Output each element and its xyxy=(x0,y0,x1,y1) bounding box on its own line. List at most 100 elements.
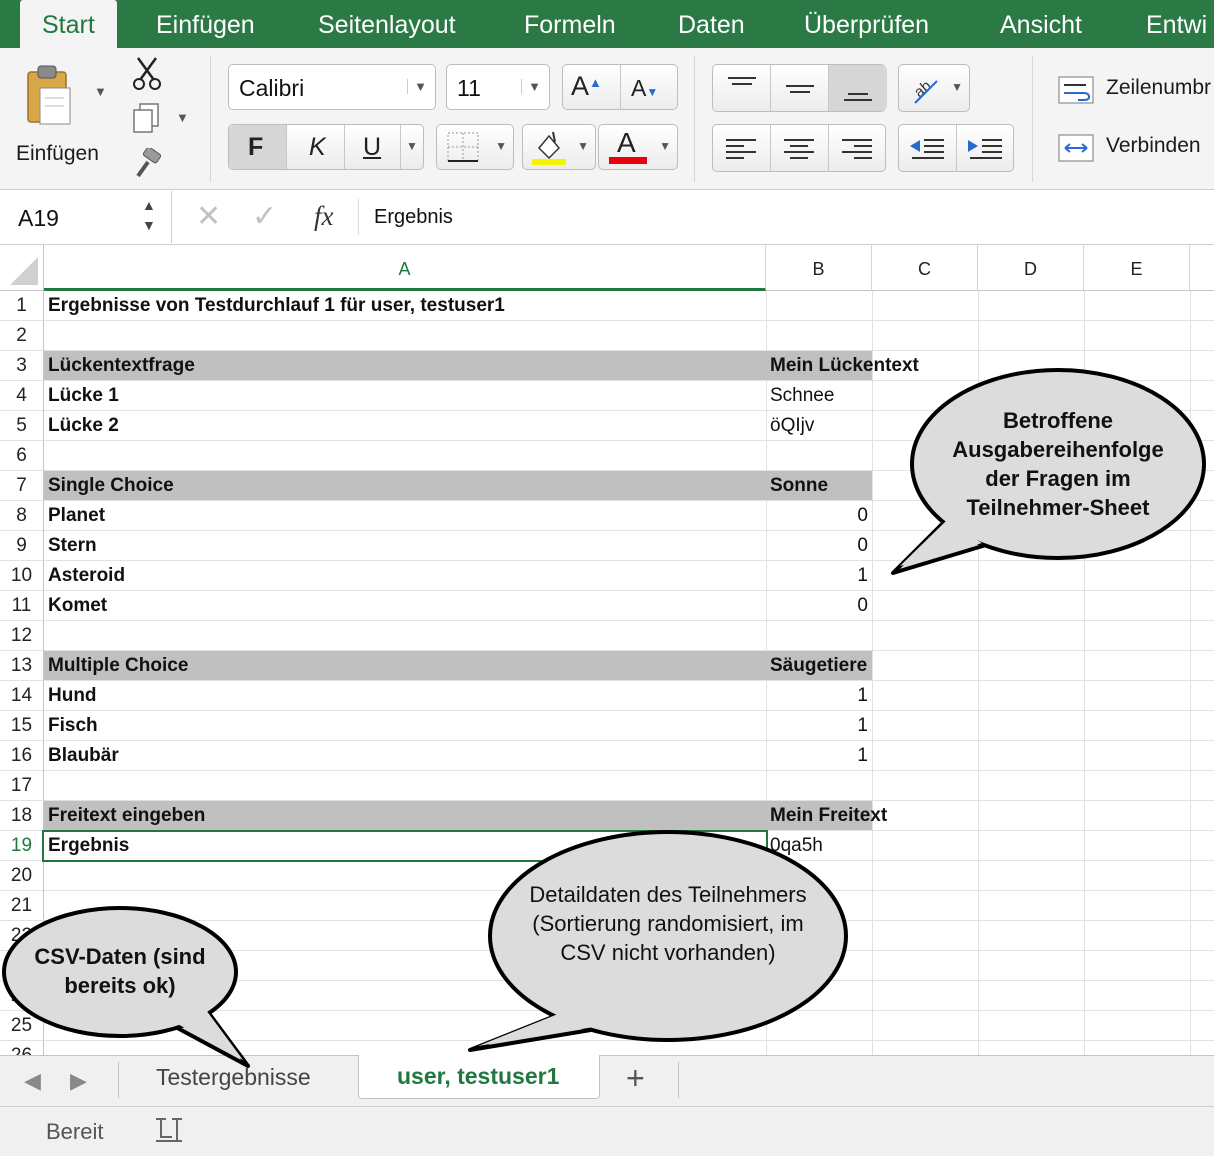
row-header-12[interactable]: 12 xyxy=(0,621,44,651)
row-header-11[interactable]: 11 xyxy=(0,591,44,621)
font-size-select[interactable]: 11 ▼ xyxy=(446,64,550,110)
cell-b14[interactable]: 1 xyxy=(766,681,872,711)
borders-dropdown-icon[interactable]: ▼ xyxy=(495,139,507,153)
row-header-1[interactable]: 1 xyxy=(0,291,44,321)
row-header-26[interactable]: 26 xyxy=(0,1041,44,1055)
cell-a15[interactable]: Fisch xyxy=(44,711,102,741)
align-bottom-button[interactable] xyxy=(829,65,887,111)
font-color-button[interactable]: A ▼ xyxy=(598,124,678,170)
cell-b18[interactable]: Mein Freitext xyxy=(766,801,891,831)
row-header-5[interactable]: 5 xyxy=(0,411,44,441)
column-header-f[interactable] xyxy=(1190,245,1214,291)
select-all-corner[interactable] xyxy=(0,245,44,291)
sheet-tab-user-testuser1[interactable]: user, testuser1 xyxy=(358,1055,600,1099)
insert-function-button[interactable]: fx xyxy=(314,201,334,232)
cell-a1[interactable]: Ergebnisse von Testdurchlauf 1 für user,… xyxy=(44,291,509,321)
enter-check-icon[interactable]: ✓ xyxy=(252,199,277,234)
scroll-right-icon[interactable]: ▶ xyxy=(70,1068,87,1094)
align-top-button[interactable] xyxy=(713,65,771,111)
align-center-button[interactable] xyxy=(771,125,829,171)
row-header-3[interactable]: 3 xyxy=(0,351,44,381)
column-header-a[interactable]: A xyxy=(44,245,766,291)
row-header-23[interactable]: 23 xyxy=(0,951,44,981)
cell-b16[interactable]: 1 xyxy=(766,741,872,771)
font-size-dropdown-icon[interactable]: ▼ xyxy=(521,79,541,94)
row-header-7[interactable]: 7 xyxy=(0,471,44,501)
tab-seitenlayout[interactable]: Seitenlayout xyxy=(318,0,456,48)
tab-entwicklertools[interactable]: Entwi xyxy=(1146,0,1207,48)
row-header-15[interactable]: 15 xyxy=(0,711,44,741)
borders-button[interactable]: ▼ xyxy=(436,124,514,170)
tab-ueberpruefen[interactable]: Überprüfen xyxy=(804,0,929,48)
cell-b5[interactable]: öQIjv xyxy=(766,411,818,441)
tab-start[interactable]: Start xyxy=(20,0,117,48)
formula-input[interactable]: Ergebnis xyxy=(374,206,453,229)
cell-a9[interactable]: Stern xyxy=(44,531,101,561)
row-header-24[interactable]: 24 xyxy=(0,981,44,1011)
merge-button[interactable]: Verbinden xyxy=(1056,130,1214,166)
fill-color-button[interactable]: ▼ xyxy=(522,124,596,170)
row-header-8[interactable]: 8 xyxy=(0,501,44,531)
copy-dropdown-icon[interactable]: ▼ xyxy=(176,110,189,125)
cell-b10[interactable]: 1 xyxy=(766,561,872,591)
decrease-font-size-button[interactable]: A▼ xyxy=(621,65,679,109)
row-header-2[interactable]: 2 xyxy=(0,321,44,351)
orientation-dropdown-icon[interactable]: ▼ xyxy=(951,80,963,94)
underline-button[interactable]: U xyxy=(345,125,401,169)
cell-b9[interactable]: 0 xyxy=(766,531,872,561)
row-header-16[interactable]: 16 xyxy=(0,741,44,771)
tab-formeln[interactable]: Formeln xyxy=(524,0,616,48)
orientation-button[interactable]: ab ▼ xyxy=(898,64,970,112)
cell-b19[interactable]: 0qa5h xyxy=(766,831,827,861)
cell-b8[interactable]: 0 xyxy=(766,501,872,531)
cell-b3[interactable]: Mein Lückentext xyxy=(766,351,923,381)
cell-b11[interactable]: 0 xyxy=(766,591,872,621)
format-painter-icon[interactable] xyxy=(130,148,164,182)
cell-a14[interactable]: Hund xyxy=(44,681,101,711)
paste-dropdown-icon[interactable]: ▼ xyxy=(94,84,107,99)
spreadsheet-grid[interactable]: A B C D E 1 2 3 4 5 6 7 8 9 10 11 12 13 14 15 16 17 18 19 2… xyxy=(0,245,1214,1055)
row-header-19[interactable]: 19 xyxy=(0,831,44,861)
row-header-14[interactable]: 14 xyxy=(0,681,44,711)
cell-a3[interactable]: Lückentextfrage xyxy=(44,351,199,381)
copy-icon[interactable] xyxy=(130,102,164,136)
row-header-4[interactable]: 4 xyxy=(0,381,44,411)
fill-color-dropdown-icon[interactable]: ▼ xyxy=(577,139,589,153)
column-header-e[interactable]: E xyxy=(1084,245,1190,291)
font-name-dropdown-icon[interactable]: ▼ xyxy=(407,79,427,94)
cell-a7[interactable]: Single Choice xyxy=(44,471,178,501)
row-header-10[interactable]: 10 xyxy=(0,561,44,591)
name-box[interactable]: A19 ▲ ▼ xyxy=(0,191,172,243)
tab-einfuegen[interactable]: Einfügen xyxy=(156,0,255,48)
cell-a16[interactable]: Blaubär xyxy=(44,741,123,771)
bold-button[interactable]: F xyxy=(229,125,287,169)
row-header-17[interactable]: 17 xyxy=(0,771,44,801)
column-header-d[interactable]: D xyxy=(978,245,1084,291)
align-middle-button[interactable] xyxy=(771,65,829,111)
cell-a10[interactable]: Asteroid xyxy=(44,561,129,591)
row-header-9[interactable]: 9 xyxy=(0,531,44,561)
cell-a13[interactable]: Multiple Choice xyxy=(44,651,192,681)
cell-a8[interactable]: Planet xyxy=(44,501,109,531)
row-header-13[interactable]: 13 xyxy=(0,651,44,681)
tab-ansicht[interactable]: Ansicht xyxy=(1000,0,1082,48)
row-header-6[interactable]: 6 xyxy=(0,441,44,471)
name-box-stepper-icon[interactable]: ▲ ▼ xyxy=(142,195,156,235)
tab-daten[interactable]: Daten xyxy=(678,0,745,48)
cell-a11[interactable]: Komet xyxy=(44,591,111,621)
align-left-button[interactable] xyxy=(713,125,771,171)
wrap-text-button[interactable]: Zeilenumbr xyxy=(1056,72,1214,108)
row-header-18[interactable]: 18 xyxy=(0,801,44,831)
cell-b4[interactable]: Schnee xyxy=(766,381,838,411)
column-header-c[interactable]: C xyxy=(872,245,978,291)
cell-a4[interactable]: Lücke 1 xyxy=(44,381,123,411)
underline-dropdown-icon[interactable]: ▼ xyxy=(401,125,425,169)
increase-font-size-button[interactable]: A▲ xyxy=(563,65,621,109)
font-color-dropdown-icon[interactable]: ▼ xyxy=(659,139,671,153)
increase-indent-button[interactable] xyxy=(957,125,1015,171)
add-sheet-button[interactable]: + xyxy=(626,1060,645,1097)
cell-b7[interactable]: Sonne xyxy=(766,471,832,501)
cell-b13[interactable]: Säugetiere xyxy=(766,651,871,681)
align-right-button[interactable] xyxy=(829,125,887,171)
font-name-select[interactable]: Calibri ▼ xyxy=(228,64,436,110)
